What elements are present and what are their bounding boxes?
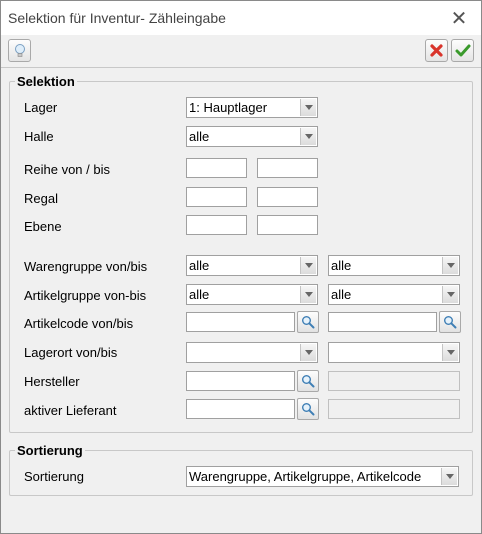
lagerort-from-select[interactable] bbox=[186, 342, 318, 363]
magnifier-icon bbox=[302, 375, 315, 388]
lieferant-label: aktiver Lieferant bbox=[24, 403, 117, 418]
artikelgruppe-to-select[interactable]: alle bbox=[328, 284, 460, 305]
selektion-group-title: Selektion bbox=[15, 74, 77, 89]
sortierung-select[interactable]: Warengruppe, Artikelgruppe, Artikelcode bbox=[186, 466, 459, 487]
halle-label: Halle bbox=[24, 129, 54, 144]
regal-label: Regal bbox=[24, 191, 58, 206]
lager-label: Lager bbox=[24, 100, 58, 115]
chevron-down-icon[interactable] bbox=[300, 286, 316, 303]
reihe-from-input[interactable] bbox=[186, 158, 247, 178]
artikelgruppe-from-value: alle bbox=[189, 287, 210, 302]
hersteller-name-display bbox=[328, 371, 460, 391]
chevron-down-icon[interactable] bbox=[300, 344, 316, 361]
hersteller-lookup-button[interactable] bbox=[297, 370, 319, 392]
reihe-to-input[interactable] bbox=[257, 158, 318, 178]
artikelgruppe-to-value: alle bbox=[331, 287, 352, 302]
artikelcode-from-input[interactable] bbox=[186, 312, 295, 332]
lagerort-label: Lagerort von/bis bbox=[24, 345, 118, 360]
warengruppe-label: Warengruppe von/bis bbox=[24, 259, 148, 274]
lieferant-lookup-button[interactable] bbox=[297, 398, 319, 420]
regal-from-input[interactable] bbox=[186, 187, 247, 207]
chevron-down-icon[interactable] bbox=[300, 99, 316, 116]
reihe-label: Reihe von / bis bbox=[24, 162, 110, 177]
artikelcode-label: Artikelcode von/bis bbox=[24, 316, 134, 331]
red-x-icon bbox=[430, 44, 443, 57]
ok-button[interactable] bbox=[451, 39, 474, 62]
regal-to-input[interactable] bbox=[257, 187, 318, 207]
lightbulb-icon bbox=[14, 43, 25, 57]
warengruppe-to-select[interactable]: alle bbox=[328, 255, 460, 276]
chevron-down-icon[interactable] bbox=[442, 344, 458, 361]
magnifier-icon bbox=[302, 403, 315, 416]
ebene-to-input[interactable] bbox=[257, 215, 318, 235]
artikelgruppe-from-select[interactable]: alle bbox=[186, 284, 318, 305]
artikelcode-to-input[interactable] bbox=[328, 312, 437, 332]
sortierung-value: Warengruppe, Artikelgruppe, Artikelcode bbox=[189, 469, 422, 484]
ebene-from-input[interactable] bbox=[186, 215, 247, 235]
magnifier-icon bbox=[444, 316, 457, 329]
green-check-icon bbox=[455, 44, 470, 57]
lager-value: 1: Hauptlager bbox=[189, 100, 268, 115]
cancel-button[interactable] bbox=[425, 39, 448, 62]
chevron-down-icon[interactable] bbox=[442, 257, 458, 274]
chevron-down-icon[interactable] bbox=[300, 128, 316, 145]
warengruppe-from-value: alle bbox=[189, 258, 210, 273]
hint-button[interactable] bbox=[8, 39, 31, 62]
title-bar: Selektion für Inventur- Zähleingabe ✕ bbox=[1, 1, 481, 35]
lieferant-input[interactable] bbox=[186, 399, 295, 419]
warengruppe-to-value: alle bbox=[331, 258, 352, 273]
sortierung-group-title: Sortierung bbox=[15, 443, 85, 458]
toolbar bbox=[1, 35, 481, 68]
halle-value: alle bbox=[189, 129, 210, 144]
chevron-down-icon[interactable] bbox=[442, 286, 458, 303]
dialog-window: Selektion für Inventur- Zähleingabe ✕ Se… bbox=[0, 0, 482, 534]
halle-select[interactable]: alle bbox=[186, 126, 318, 147]
hersteller-input[interactable] bbox=[186, 371, 295, 391]
warengruppe-from-select[interactable]: alle bbox=[186, 255, 318, 276]
sortierung-label: Sortierung bbox=[24, 469, 84, 484]
artikelcode-from-lookup-button[interactable] bbox=[297, 311, 319, 333]
hersteller-label: Hersteller bbox=[24, 374, 80, 389]
lieferant-name-display bbox=[328, 399, 460, 419]
window-title: Selektion für Inventur- Zähleingabe bbox=[8, 10, 226, 26]
lager-select[interactable]: 1: Hauptlager bbox=[186, 97, 318, 118]
lagerort-to-select[interactable] bbox=[328, 342, 460, 363]
chevron-down-icon[interactable] bbox=[441, 468, 457, 485]
ebene-label: Ebene bbox=[24, 219, 62, 234]
close-icon[interactable]: ✕ bbox=[445, 4, 473, 32]
magnifier-icon bbox=[302, 316, 315, 329]
artikelcode-to-lookup-button[interactable] bbox=[439, 311, 461, 333]
artikelgruppe-label: Artikelgruppe von-bis bbox=[24, 288, 147, 303]
chevron-down-icon[interactable] bbox=[300, 257, 316, 274]
